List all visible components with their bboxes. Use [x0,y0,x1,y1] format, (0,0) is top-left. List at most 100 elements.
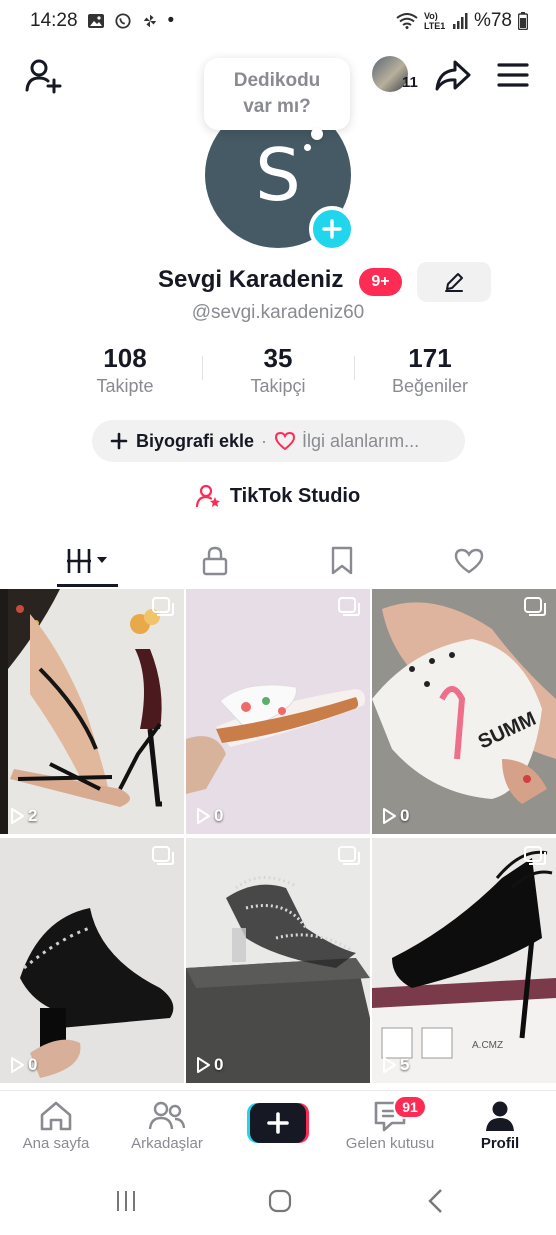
patent-heels-photo: A.CMZ [372,838,556,1083]
profile-name: Sevgi Karadeniz [158,266,344,293]
video-thumbnail[interactable]: SUMM 0 [372,589,556,834]
video-thumbnail[interactable]: 0 [186,838,370,1083]
bootie-photo [0,838,184,1083]
tab-videos[interactable] [18,535,157,587]
view-count-value: 0 [214,806,224,825]
status-dot: • [167,10,175,31]
recent-apps-button[interactable] [106,1186,146,1216]
view-count: 2 [10,806,37,826]
view-count: 0 [196,1055,223,1075]
status-bar: 14:28 • Vo) LTE1 %78 [0,0,556,42]
rhinestone-sandal-photo [186,838,370,1083]
bio-pill: Biyografi ekle · İlgi alanlarım... [92,420,465,462]
tab-private[interactable] [145,535,284,587]
nav-friends-label: Arkadaşlar [131,1135,203,1152]
interests-button[interactable]: İlgi alanlarım... [302,431,419,452]
home-icon [40,1101,72,1131]
stat-following[interactable]: 108 Takipte [50,342,200,398]
tab-liked[interactable] [399,535,538,587]
back-button[interactable] [416,1186,456,1216]
recent-apps-icon [117,1191,135,1211]
pinwheel-icon [143,14,156,28]
bio-separator: · [261,430,268,451]
nav-profile-label: Profil [480,1135,520,1152]
whatsapp-icon [114,13,131,29]
video-thumbnail[interactable]: 2 [0,589,184,834]
add-friend-icon[interactable] [24,56,64,96]
pencil-icon [445,273,463,292]
bubble-tail-small [304,144,311,151]
battery-icon [518,12,528,30]
multi-photo-icon [524,597,546,616]
view-count-value: 2 [28,806,38,825]
nav-profile[interactable]: Profil [445,1099,555,1152]
status-time: 14:28 [30,10,78,31]
system-nav-bar [0,1170,556,1235]
stat-followers[interactable]: 35 Takipçi [203,342,353,398]
note-bubble[interactable]: Dedikodu var mı? [204,58,350,130]
play-icon [197,1057,210,1073]
view-count: 0 [196,806,223,826]
name-row: Sevgi Karadeniz 9+ [0,262,556,302]
lock-icon [202,546,227,576]
username: @sevgi.karadeniz60 [191,302,365,323]
signal-icon [452,13,468,29]
sandal-photo [0,589,184,834]
view-count-value: 0 [28,1055,38,1074]
nav-inbox[interactable]: Gelen kutusu [335,1099,445,1152]
system-home-icon [268,1189,292,1213]
video-thumbnail[interactable]: A.CMZ 5 [372,838,556,1083]
gallery-icon [87,14,104,28]
wifi-icon [396,13,418,29]
notification-badge[interactable]: 9+ [359,268,402,296]
share-icon[interactable] [434,58,472,94]
menu-icon[interactable] [497,60,529,90]
viewer-count: 11 [402,74,418,91]
followers-count: 35 [263,343,293,373]
note-line-1: Dedikodu [233,70,321,91]
nav-friends[interactable]: Arkadaşlar [112,1099,222,1152]
tab-saved[interactable] [272,535,411,587]
view-count-value: 0 [400,806,410,825]
view-count: 5 [382,1055,409,1075]
video-grid: 2 0 SUMM 0 0 0 A.CMZ 5 [0,589,556,1085]
stats-row: 108 Takipte 35 Takipçi 171 Beğeniler [0,342,556,402]
play-icon [383,1057,396,1073]
view-count-value: 0 [214,1055,224,1074]
video-thumbnail[interactable]: 0 [0,838,184,1083]
add-bio-button[interactable]: Biyografi ekle [136,431,254,452]
following-count: 108 [103,343,147,373]
add-avatar-button[interactable] [309,206,355,252]
tiktok-studio-link[interactable]: TikTok Studio [0,482,556,510]
likes-count: 171 [408,343,452,373]
view-count: 0 [382,806,409,826]
profile-viewers[interactable]: 11 [372,56,422,96]
view-count-value: 5 [400,1055,410,1074]
home-system-button[interactable] [260,1186,300,1216]
nav-home-label: Ana sayfa [22,1135,90,1152]
edit-profile-button[interactable] [417,262,491,302]
nav-inbox-label: Gelen kutusu [345,1135,435,1152]
studio-label: TikTok Studio [229,484,361,507]
multi-photo-icon [338,597,360,616]
video-thumbnail[interactable]: 0 [186,589,370,834]
create-button[interactable] [247,1103,309,1143]
heart-outline-icon [275,431,296,451]
plus-icon [110,432,128,450]
play-icon [11,808,24,824]
following-label: Takipte [96,376,154,396]
play-icon [11,1057,24,1073]
followers-label: Takipçi [250,376,306,396]
svg-text:A.CMZ: A.CMZ [472,1040,503,1051]
avatar-letter: S [255,133,301,217]
bubble-tail [311,128,323,140]
heart-icon [454,548,483,574]
multi-photo-icon [524,846,546,865]
studio-person-star-icon [195,484,220,508]
content-tabs [0,535,556,589]
play-icon [197,808,210,824]
nav-home[interactable]: Ana sayfa [1,1099,111,1152]
stat-likes[interactable]: 171 Beğeniler [355,342,505,398]
multi-photo-icon [152,846,174,865]
view-count: 0 [10,1055,37,1075]
